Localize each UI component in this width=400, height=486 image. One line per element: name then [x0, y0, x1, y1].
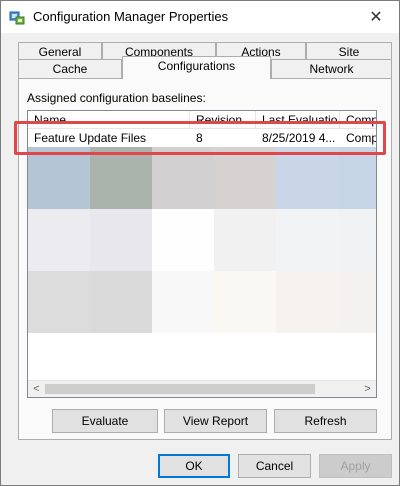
evaluate-button[interactable]: Evaluate [52, 409, 158, 433]
highlight-annotation [14, 121, 386, 155]
title-bar: Configuration Manager Properties ✕ [1, 1, 399, 33]
obscured-content [28, 147, 376, 337]
cancel-button[interactable]: Cancel [238, 454, 311, 478]
scroll-right-icon[interactable]: > [359, 381, 376, 397]
ok-button[interactable]: OK [158, 454, 230, 478]
scrollbar-thumb[interactable] [45, 384, 315, 394]
view-report-button[interactable]: View Report [164, 409, 267, 433]
tab-configurations[interactable]: Configurations [122, 56, 271, 79]
properties-window: Configuration Manager Properties ✕ Gener… [0, 0, 400, 486]
tab-network[interactable]: Network [271, 59, 392, 79]
apply-button[interactable]: Apply [319, 454, 392, 478]
close-button[interactable]: ✕ [353, 1, 399, 33]
scroll-left-icon[interactable]: < [28, 381, 45, 397]
tab-cache[interactable]: Cache [18, 59, 122, 79]
close-icon: ✕ [369, 9, 383, 26]
baselines-label: Assigned configuration baselines: [27, 91, 206, 105]
refresh-button[interactable]: Refresh [274, 409, 377, 433]
window-title: Configuration Manager Properties [33, 9, 229, 24]
configuration-manager-icon [9, 11, 25, 25]
horizontal-scrollbar[interactable]: < > [28, 380, 376, 397]
